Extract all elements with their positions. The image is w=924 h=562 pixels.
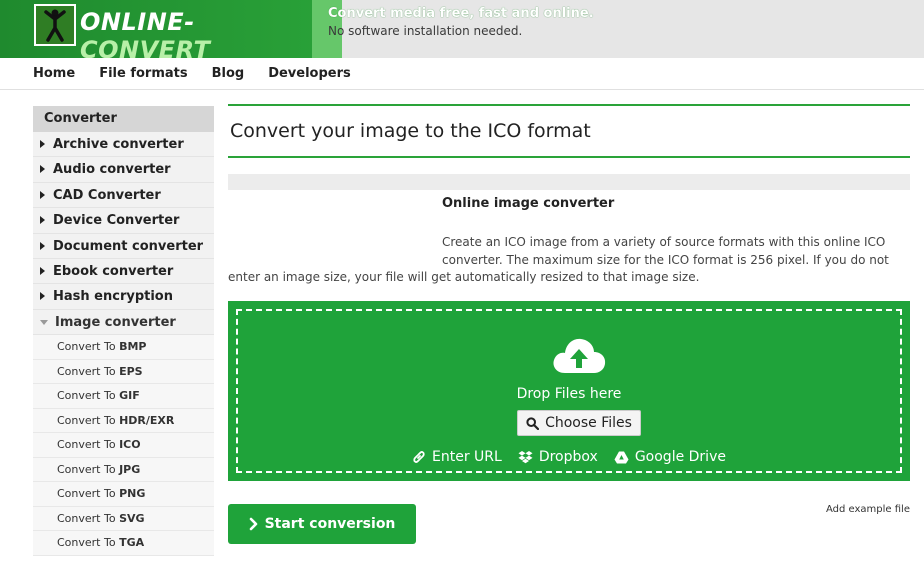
page-title: Convert your image to the ICO format [230, 120, 591, 142]
google-drive-link[interactable]: Google Drive [614, 449, 726, 465]
sidebar-sub-bmp[interactable]: Convert To BMP [33, 335, 214, 360]
site-logo[interactable]: ONLINE-CONVERT [0, 0, 320, 64]
tagline: Convert media free, fast and online. No … [328, 6, 594, 38]
sidebar-item-label: Ebook converter [53, 263, 174, 279]
sidebar-item-label: Document converter [53, 238, 204, 254]
sidebar-item-audio[interactable]: Audio converter [33, 157, 214, 183]
file-dropzone[interactable]: Drop Files here Choose Files Enter URL D… [228, 301, 910, 481]
google-drive-icon [614, 451, 629, 463]
sidebar-sub-eps[interactable]: Convert To EPS [33, 359, 214, 385]
tagline-main: Convert media free, fast and online. [328, 6, 594, 21]
cloud-upload-icon [553, 338, 606, 373]
sidebar-item-archive[interactable]: Archive converter [33, 132, 214, 158]
caret-right-icon [40, 266, 45, 275]
sidebar-item-label: Image converter [55, 314, 176, 330]
site-header: ONLINE-CONVERT Convert media free, fast … [0, 0, 924, 64]
start-conversion-label: Start conversion [264, 516, 396, 532]
sidebar-item-device[interactable]: Device Converter [33, 208, 214, 234]
sidebar-sub-hdr[interactable]: Convert To HDR/EXR [33, 408, 214, 434]
main-content: Convert your image to the ICO format Onl… [228, 104, 910, 544]
top-nav: Home File formats Blog Developers [0, 58, 924, 90]
sidebar-item-label: Device Converter [53, 213, 180, 229]
caret-right-icon [40, 190, 45, 199]
sidebar-item-image[interactable]: Image converter [33, 309, 214, 336]
link-icon [413, 451, 425, 463]
sidebar-sub-tga[interactable]: Convert To TGA [33, 531, 214, 556]
dropbox-link[interactable]: Dropbox [518, 449, 598, 465]
tagline-sub: No software installation needed. [328, 24, 523, 38]
add-example-file-link[interactable]: Add example file [826, 504, 910, 515]
sidebar: Converter Archive converter Audio conver… [33, 106, 214, 556]
sidebar-item-cad[interactable]: CAD Converter [33, 182, 214, 209]
sidebar-item-ebook[interactable]: Ebook converter [33, 258, 214, 285]
sidebar-item-label: CAD Converter [53, 187, 161, 203]
nav-developers[interactable]: Developers [268, 66, 351, 81]
caret-right-icon [40, 241, 45, 250]
info-heading: Online image converter [442, 196, 615, 211]
nav-file-formats[interactable]: File formats [99, 66, 187, 81]
caret-right-icon [40, 165, 45, 174]
caret-right-icon [40, 216, 45, 225]
logo-person-icon [34, 4, 76, 46]
sidebar-item-label: Audio converter [53, 162, 171, 178]
source-links: Enter URL Dropbox Google Drive [238, 449, 900, 465]
drop-files-text: Drop Files here [516, 386, 622, 402]
sidebar-item-document[interactable]: Document converter [33, 233, 214, 259]
nav-blog[interactable]: Blog [212, 66, 245, 81]
title-rule-bottom [228, 156, 910, 158]
choose-files-label: Choose Files [545, 415, 632, 431]
logo-word-online: ONLINE- [80, 8, 195, 36]
sidebar-item-label: Hash encryption [53, 289, 173, 305]
sidebar-heading: Converter [33, 106, 214, 132]
search-icon [526, 416, 540, 430]
choose-files-button[interactable]: Choose Files [517, 410, 641, 436]
sidebar-sub-jpg[interactable]: Convert To JPG [33, 457, 214, 483]
caret-right-icon [40, 140, 45, 148]
sidebar-sub-svg[interactable]: Convert To SVG [33, 506, 214, 532]
caret-right-icon [40, 292, 45, 301]
caret-down-icon [40, 319, 48, 325]
dropzone-border: Drop Files here Choose Files Enter URL D… [236, 309, 902, 473]
dropbox-icon [518, 451, 533, 464]
chevron-right-icon [249, 517, 257, 531]
sidebar-sub-ico[interactable]: Convert To ICO [33, 433, 214, 458]
sidebar-item-hash[interactable]: Hash encryption [33, 284, 214, 310]
start-conversion-button[interactable]: Start conversion [228, 504, 416, 544]
logo-wordmark: ONLINE-CONVERT [80, 8, 320, 64]
sidebar-sub-gif[interactable]: Convert To GIF [33, 384, 214, 409]
sidebar-item-label: Archive converter [53, 137, 184, 152]
enter-url-link[interactable]: Enter URL [412, 449, 502, 465]
nav-home[interactable]: Home [33, 66, 75, 81]
grey-band [228, 174, 910, 190]
sidebar-sub-png[interactable]: Convert To PNG [33, 482, 214, 507]
info-description: Create an ICO image from a variety of so… [228, 235, 889, 284]
